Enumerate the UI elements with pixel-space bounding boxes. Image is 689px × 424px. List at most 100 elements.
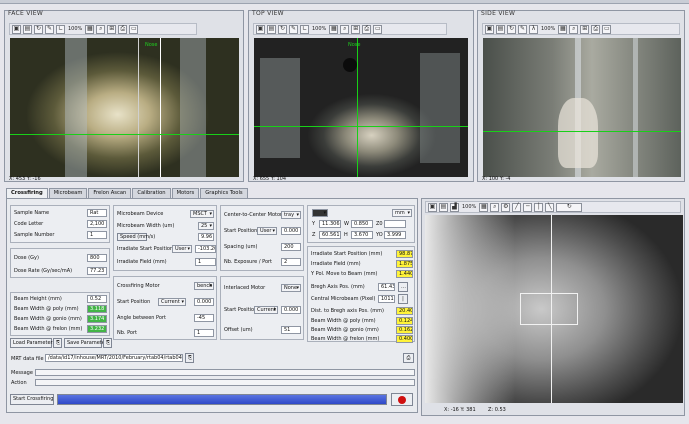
zoom-icon[interactable]: ⌕ xyxy=(96,24,106,34)
center-start-input[interactable]: 0.000 xyxy=(281,227,301,235)
line-tool-icon[interactable]: ╱ xyxy=(512,202,522,212)
y-input[interactable]: 11.306 xyxy=(319,220,341,228)
offset-input[interactable]: 51 xyxy=(281,326,301,334)
face-camera-image[interactable]: Nose xyxy=(10,38,239,177)
camera-icon[interactable]: ▣ xyxy=(12,24,21,34)
central-pick-button[interactable]: | xyxy=(398,294,408,304)
chart-icon[interactable]: ▟ xyxy=(450,202,459,212)
start-crossfiring-button[interactable]: Start Crossfiring xyxy=(10,394,54,405)
top-camera-image[interactable]: Nose xyxy=(254,38,468,177)
center-motor-select[interactable]: tray xyxy=(281,211,301,219)
bregma-pick-button[interactable]: … xyxy=(398,282,408,292)
colormap-icon[interactable]: ▦ xyxy=(85,24,95,34)
zoom-icon[interactable]: ⌕ xyxy=(490,202,500,212)
unit-select[interactable]: mm xyxy=(392,209,412,217)
side-camera-image[interactable] xyxy=(483,38,681,177)
center-start-mode-select[interactable]: User xyxy=(257,227,277,235)
crosshair-icon[interactable]: ⊞ xyxy=(351,24,361,34)
tab-motors[interactable]: Motors xyxy=(171,188,200,198)
nb-port-input[interactable]: 1 xyxy=(194,329,214,337)
xray-image[interactable] xyxy=(425,215,683,403)
save-parameters-button[interactable]: Save Parameters xyxy=(64,338,109,348)
tab-graphics-tools[interactable]: Graphics Tools xyxy=(200,188,248,198)
window-icon[interactable]: ▭ xyxy=(129,24,139,34)
irradiate-start-mode-select[interactable]: User xyxy=(172,245,192,253)
spacing-input[interactable]: 200 xyxy=(281,243,301,251)
zoom-level[interactable]: 100% xyxy=(311,26,327,32)
mrt-file-browse-button[interactable]: ⎘ xyxy=(185,353,194,363)
zoom-level[interactable]: 100% xyxy=(540,26,556,32)
z-input[interactable]: 60.561 xyxy=(319,231,341,239)
refresh-icon[interactable]: ↻ xyxy=(278,24,287,34)
irradiate-start-input[interactable]: -103.200 xyxy=(195,245,216,253)
print-icon[interactable]: ⎙ xyxy=(118,24,128,34)
stop-button[interactable] xyxy=(391,393,413,406)
load-parameters-button[interactable]: Load Parameters xyxy=(10,338,55,348)
code-letter-input[interactable]: 2,100 xyxy=(87,220,107,228)
camera-icon[interactable]: ▣ xyxy=(256,24,265,34)
color-select[interactable] xyxy=(312,209,328,217)
window-icon[interactable]: ▭ xyxy=(602,24,612,34)
save-icon[interactable]: ▤ xyxy=(496,24,505,34)
pen-icon[interactable]: ✎ xyxy=(518,24,527,34)
tab-calibration[interactable]: Calibration xyxy=(132,188,171,198)
mrt-file-input[interactable]: /data/id17/inhouse/MRT/2010/February/rta… xyxy=(45,354,183,362)
pen-icon[interactable]: ✎ xyxy=(45,24,54,34)
tab-crossfiring[interactable]: Crossfiring xyxy=(6,188,48,198)
tab-microbeam[interactable]: Microbeam xyxy=(48,188,88,198)
zoom-icon[interactable]: ⌕ xyxy=(340,24,350,34)
beam-height-input[interactable]: 0.52 xyxy=(87,295,107,303)
diag-line-icon[interactable]: ╲ xyxy=(545,202,555,212)
crosshair-icon[interactable]: ⊞ xyxy=(107,24,117,34)
exposure-input[interactable]: 2 xyxy=(281,258,301,266)
lambda-icon[interactable]: λ xyxy=(529,24,538,34)
colormap-icon[interactable]: ▦ xyxy=(479,202,489,212)
crossfiring-motor-select[interactable]: bench xyxy=(194,282,214,290)
window-icon[interactable]: ▭ xyxy=(373,24,383,34)
irradiate-field-input[interactable]: 1 xyxy=(195,258,216,266)
crosshair-icon[interactable]: ⊞ xyxy=(580,24,590,34)
crossfiring-start-mode-select[interactable]: Current xyxy=(158,298,186,306)
crossfiring-start-input[interactable]: 0.000 xyxy=(194,298,214,306)
sample-name-input[interactable]: Rat xyxy=(87,209,107,217)
export-button[interactable]: ⎙ xyxy=(403,353,414,363)
save-icon[interactable]: ▤ xyxy=(439,202,448,212)
tab-frelon-ascan[interactable]: Frelon Ascan xyxy=(88,188,132,198)
angle-icon[interactable]: ∟ xyxy=(300,24,309,34)
yo-input[interactable]: 3.999 xyxy=(384,231,406,239)
zoom-level[interactable]: 100% xyxy=(67,26,83,32)
print-icon[interactable]: ⎙ xyxy=(591,24,601,34)
hline-icon[interactable]: ─ xyxy=(523,202,533,212)
sample-number-input[interactable]: 1 xyxy=(87,231,107,239)
central-microbeam-input[interactable]: 1011 xyxy=(378,295,395,303)
load-folder-icon[interactable]: ⎘ xyxy=(53,338,62,348)
refresh-icon[interactable]: ↻ xyxy=(507,24,516,34)
xray-roi-box[interactable] xyxy=(520,293,578,325)
vline-icon[interactable]: │ xyxy=(534,202,544,212)
save-icon[interactable]: ▤ xyxy=(267,24,276,34)
interlaced-motor-select[interactable]: None xyxy=(281,284,301,292)
microbeam-width-select[interactable]: 25 xyxy=(198,222,214,230)
save-icon[interactable]: ▤ xyxy=(23,24,32,34)
angle-between-port-input[interactable]: -45 xyxy=(194,314,214,322)
interlaced-start-mode-select[interactable]: Current xyxy=(254,306,278,314)
camera-icon[interactable]: ▣ xyxy=(428,202,437,212)
dose-rate-input[interactable]: 77.23 xyxy=(87,267,107,275)
zoom-level[interactable]: 100% xyxy=(461,204,477,210)
refresh-icon[interactable]: ↻ xyxy=(556,202,583,212)
settings-icon[interactable]: ⚙ xyxy=(501,202,511,212)
angle-icon[interactable]: ∟ xyxy=(56,24,65,34)
colormap-icon[interactable]: ▦ xyxy=(329,24,339,34)
bregma-axis-input[interactable]: 61.43 xyxy=(378,283,395,291)
print-icon[interactable]: ⎙ xyxy=(362,24,372,34)
zoom-icon[interactable]: ⌕ xyxy=(569,24,579,34)
camera-icon[interactable]: ▣ xyxy=(485,24,494,34)
h-input[interactable]: 3.670 xyxy=(351,231,373,239)
microbeam-device-select[interactable]: MSCT xyxy=(190,210,214,218)
dose-input[interactable]: 800 xyxy=(87,254,107,262)
z0-input[interactable] xyxy=(384,220,406,228)
refresh-icon[interactable]: ↻ xyxy=(34,24,43,34)
interlaced-start-input[interactable]: 0.000 xyxy=(281,306,301,314)
w-input[interactable]: 0.850 xyxy=(351,220,373,228)
save-folder-icon[interactable]: ⎘ xyxy=(103,338,112,348)
